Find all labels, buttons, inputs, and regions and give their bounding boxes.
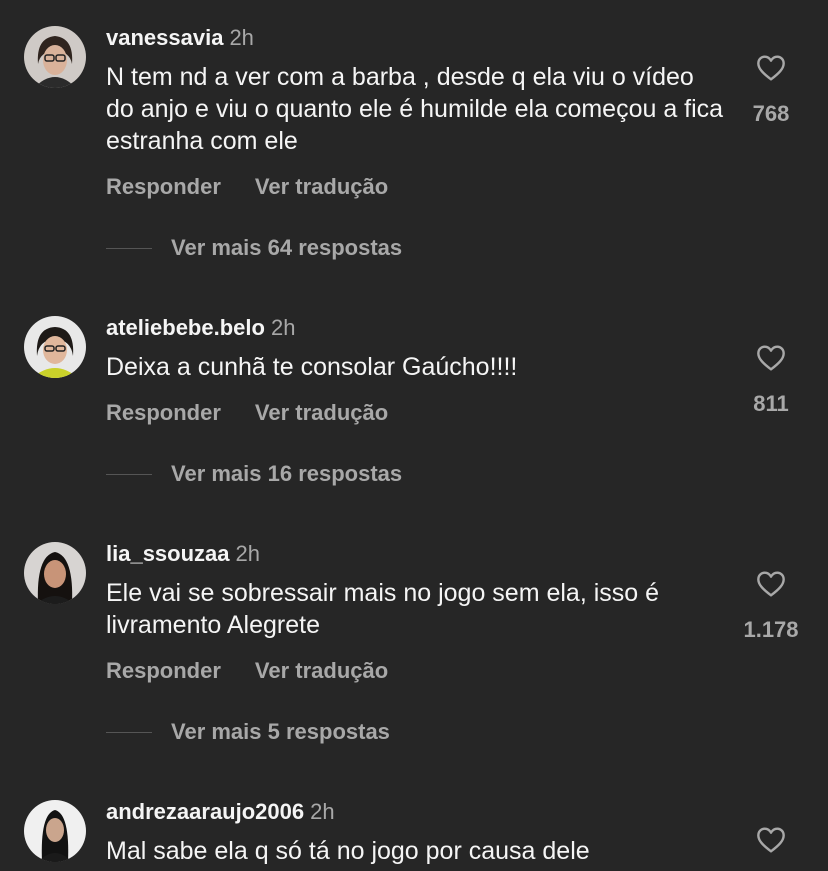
- view-replies-label: Ver mais 5 respostas: [171, 719, 390, 744]
- comment-time: 2h: [235, 541, 260, 566]
- replies-divider: [106, 248, 152, 249]
- comment-time: 2h: [270, 315, 296, 340]
- comment-item: vanessavia 2h N tem nd a ver com a barba …: [0, 0, 828, 290]
- username-link[interactable]: ateliebebe.belo: [106, 315, 265, 340]
- comment-meta: lia_ssouzaa 2h: [106, 541, 260, 567]
- comment-text: Mal sabe ela q só tá no jogo por causa d…: [106, 837, 590, 865]
- heart-outline-icon[interactable]: [754, 342, 788, 374]
- username-link[interactable]: andrezaaraujo2006: [106, 799, 304, 824]
- comment-text: Deixa a cunhã te consolar Gaúcho!!!!: [106, 353, 518, 381]
- heart-outline-icon[interactable]: [754, 52, 788, 84]
- comment-item: andrezaaraujo2006 2h Mal sabe ela q só tá…: [0, 774, 828, 871]
- comment-time: 2h: [229, 25, 254, 50]
- reply-button[interactable]: Responder: [106, 658, 221, 683]
- comment-meta: vanessavia 2h: [106, 25, 254, 51]
- username-link[interactable]: vanessavia: [106, 25, 223, 50]
- view-replies-label: Ver mais 16 respostas: [171, 461, 403, 486]
- translate-button[interactable]: Ver tradução: [255, 658, 388, 683]
- reply-button[interactable]: Responder: [106, 400, 221, 425]
- like-count: 768: [752, 101, 790, 126]
- translate-button[interactable]: Ver tradução: [255, 400, 388, 425]
- comment-actions: Responder Ver tradução: [106, 174, 388, 200]
- username-link[interactable]: lia_ssouzaa: [106, 541, 230, 566]
- reply-button[interactable]: Responder: [106, 174, 221, 199]
- replies-divider: [106, 732, 152, 733]
- avatar[interactable]: [24, 800, 86, 862]
- comment-meta: ateliebebe.belo 2h: [106, 315, 295, 341]
- comment-meta: andrezaaraujo2006 2h: [106, 799, 335, 825]
- comment-item: ateliebebe.belo 2h Deixa a cunhã te conso…: [0, 290, 828, 516]
- avatar[interactable]: [24, 316, 86, 378]
- heart-outline-icon[interactable]: [754, 824, 788, 856]
- comment-actions: Responder Ver tradução: [106, 400, 388, 426]
- comment-time: 2h: [310, 799, 335, 824]
- replies-divider: [106, 474, 152, 475]
- comment-text: N tem nd a ver com a barba , desde q ela…: [106, 63, 724, 155]
- translate-button[interactable]: Ver tradução: [255, 174, 388, 199]
- view-replies-label: Ver mais 64 respostas: [171, 235, 403, 260]
- avatar[interactable]: [24, 26, 86, 88]
- heart-outline-icon[interactable]: [754, 568, 788, 600]
- comment-item: lia_ssouzaa 2h Ele vai se sobressair mais…: [0, 516, 828, 774]
- like-count: 811: [753, 391, 789, 416]
- comment-actions: Responder Ver tradução: [106, 658, 388, 684]
- like-count: 1.178: [743, 617, 799, 642]
- comment-text: Ele vai se sobressair mais no jogo sem e…: [106, 579, 660, 639]
- avatar[interactable]: [24, 542, 86, 604]
